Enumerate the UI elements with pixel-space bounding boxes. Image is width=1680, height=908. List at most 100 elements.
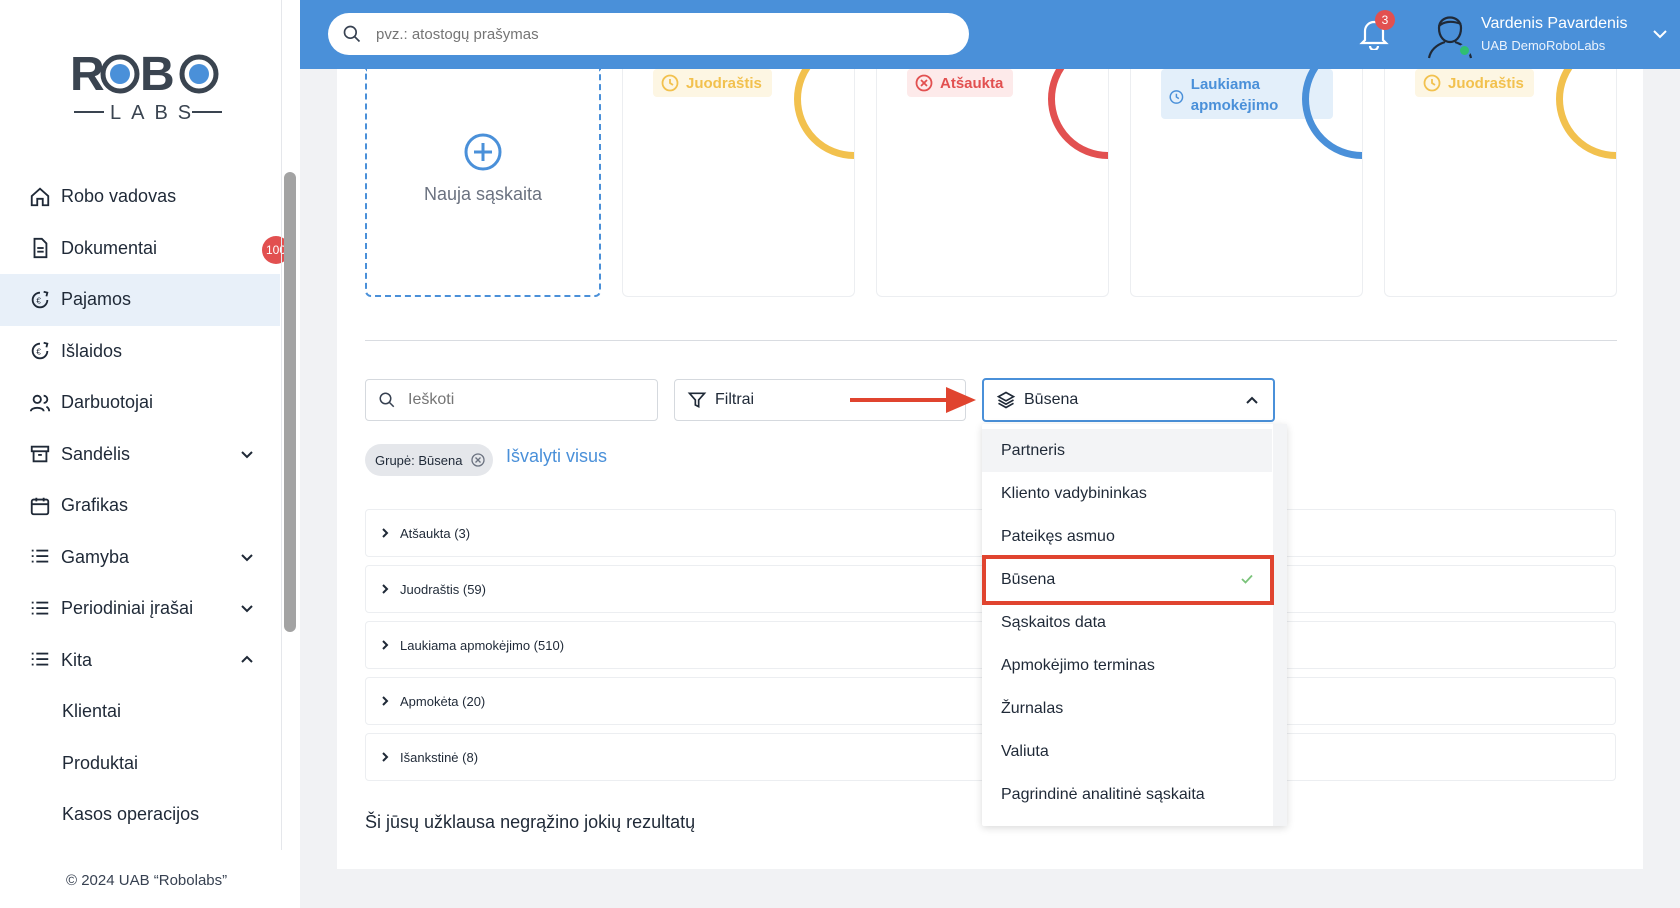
sidebar-item-robo-vadovas[interactable]: Robo vadovas — [0, 171, 280, 223]
svg-text:B: B — [140, 48, 175, 101]
status-arc — [1048, 69, 1108, 159]
calendar-icon — [29, 495, 51, 517]
filter-icon — [687, 392, 707, 409]
layers-icon — [996, 391, 1016, 409]
dropdown-option-valiuta[interactable]: Valiuta — [982, 730, 1272, 773]
dropdown-scrollbar[interactable] — [1273, 424, 1287, 826]
sidebar: R B LABS Robo vadovas Dokumentai € Pajam… — [0, 0, 300, 908]
sidebar-item-darbuotojai[interactable]: Darbuotojai — [0, 377, 280, 429]
sidebar-nav: Robo vadovas Dokumentai € Pajamos € Išla… — [0, 171, 290, 841]
clock-icon — [1423, 74, 1441, 92]
sidebar-item-label: Dokumentai — [61, 237, 158, 258]
dropdown-option-kliento-vadybininkas[interactable]: Kliento vadybininkas — [982, 472, 1272, 515]
status-label: Atšaukta — [940, 74, 1004, 92]
sidebar-scrollbar[interactable] — [284, 172, 296, 632]
dropdown-option-partneris[interactable]: Partneris — [982, 429, 1272, 472]
svg-text:€: € — [36, 296, 41, 305]
invoice-card[interactable]: Laukiama apmokėjimo — [1130, 69, 1363, 297]
sidebar-subitem-kasos-operacijos[interactable]: Kasos operacijos — [0, 789, 280, 841]
clear-all-link[interactable]: Išvalyti visus — [506, 446, 607, 467]
sidebar-item-islaidos[interactable]: € Išlaidos — [0, 326, 280, 378]
robolabs-logo[interactable]: R B LABS — [70, 46, 226, 124]
close-circle-icon[interactable] — [471, 453, 486, 467]
section-divider — [365, 340, 1617, 341]
active-filter-tag: Grupė: Būsena — [365, 444, 494, 476]
dropdown-option-pagrindine-analitine-saskaita[interactable]: Pagrindinė analitinė sąskaita — [982, 773, 1272, 816]
list-icon — [29, 649, 51, 671]
global-search-input[interactable] — [376, 25, 936, 43]
sidebar-item-label: Sandėlis — [61, 443, 131, 464]
user-company: UAB DemoRoboLabs — [1481, 38, 1606, 53]
group-by-select[interactable]: Būsena — [982, 378, 1275, 422]
clock-icon — [1169, 90, 1184, 104]
search-input[interactable] — [408, 391, 648, 409]
invoice-card[interactable]: Atšaukta — [876, 69, 1109, 297]
online-status-dot — [1458, 44, 1471, 57]
svg-text:R: R — [70, 48, 105, 101]
copyright-text: © 2024 UAB “Robolabs” — [66, 872, 228, 889]
sidebar-item-grafikas[interactable]: Grafikas — [0, 480, 280, 532]
sidebar-item-dokumentai[interactable]: Dokumentai — [0, 223, 280, 275]
search-field[interactable] — [365, 379, 658, 421]
sidebar-item-label: Gamyba — [61, 546, 130, 567]
sidebar-subitem-produktai[interactable]: Produktai — [0, 738, 280, 790]
chevron-down-icon[interactable] — [1652, 27, 1668, 41]
svg-text:LABS: LABS — [110, 102, 201, 124]
group-row-label: Atšaukta (3) — [400, 525, 471, 541]
annotation-arrow — [850, 387, 976, 413]
chevron-up-icon — [1246, 396, 1258, 404]
status-badge: Atšaukta — [907, 69, 1014, 97]
invoice-card[interactable]: Juodraštis — [1384, 69, 1617, 297]
clock-icon — [661, 74, 679, 92]
sidebar-item-gamyba[interactable]: Gamyba — [0, 532, 280, 584]
users-icon — [29, 392, 51, 414]
list-icon — [29, 598, 51, 620]
status-arc — [1556, 69, 1616, 159]
new-invoice-card[interactable]: Nauja sąskaita — [365, 69, 601, 297]
sidebar-item-label: Robo vadovas — [61, 186, 177, 207]
chevron-right-icon — [382, 752, 389, 762]
svg-text:€: € — [36, 348, 41, 357]
archive-icon — [29, 443, 51, 465]
sidebar-item-label: Kita — [61, 649, 93, 670]
invoice-card[interactable]: Juodraštis — [622, 69, 855, 297]
dropdown-option-zurnalas[interactable]: Žurnalas — [982, 687, 1272, 730]
chevron-right-icon — [382, 640, 389, 650]
group-by-value: Būsena — [1024, 391, 1079, 408]
sidebar-item-periodiniai-irasai[interactable]: Periodiniai įrašai — [0, 583, 280, 635]
filter-tag-label: Grupė: Būsena — [375, 452, 463, 468]
status-arc — [794, 69, 854, 159]
search-icon — [343, 25, 361, 43]
sidebar-item-label: Darbuotojai — [61, 392, 154, 413]
chevron-up-icon[interactable] — [240, 653, 254, 667]
dropdown-option-label: Būsena — [1001, 570, 1056, 588]
group-row-label: Juodraštis (59) — [400, 581, 486, 597]
sidebar-subitem-label: Kasos operacijos — [62, 804, 200, 825]
global-search[interactable] — [328, 13, 969, 55]
search-icon — [379, 392, 395, 408]
chevron-down-icon[interactable] — [240, 601, 254, 615]
notifications-badge: 3 — [1375, 10, 1395, 30]
chevron-right-icon — [382, 696, 389, 706]
dropdown-option-busena[interactable]: Būsena — [982, 558, 1272, 601]
group-row-label: Išankstinė (8) — [400, 749, 479, 765]
check-icon — [1241, 574, 1253, 584]
user-name[interactable]: Vardenis Pavardenis — [1481, 15, 1627, 33]
sidebar-subitem-label: Klientai — [62, 701, 122, 722]
sidebar-item-kita[interactable]: Kita — [0, 635, 280, 687]
chevron-down-icon[interactable] — [240, 447, 254, 461]
sidebar-item-label: Grafikas — [61, 495, 129, 516]
sidebar-item-label: Periodiniai įrašai — [61, 598, 194, 619]
sidebar-subitem-klientai[interactable]: Klientai — [0, 686, 280, 738]
chevron-right-icon — [382, 584, 389, 594]
chevron-down-icon[interactable] — [240, 550, 254, 564]
sidebar-item-sandelis[interactable]: Sandėlis — [0, 429, 280, 481]
plus-circle-icon — [464, 133, 502, 171]
sidebar-item-pajamos[interactable]: € Pajamos — [0, 274, 280, 326]
dropdown-option-saskaitos-data[interactable]: Sąskaitos data — [982, 601, 1272, 644]
dropdown-option-apmokejimo-terminas[interactable]: Apmokėjimo terminas — [982, 644, 1272, 687]
group-row-label: Apmokėta (20) — [400, 693, 486, 709]
dropdown-option-pateikes-asmuo[interactable]: Pateikęs asmuo — [982, 515, 1272, 558]
group-row-label: Laukiama apmokėjimo (510) — [400, 637, 565, 653]
new-invoice-label: Nauja sąskaita — [423, 184, 543, 204]
